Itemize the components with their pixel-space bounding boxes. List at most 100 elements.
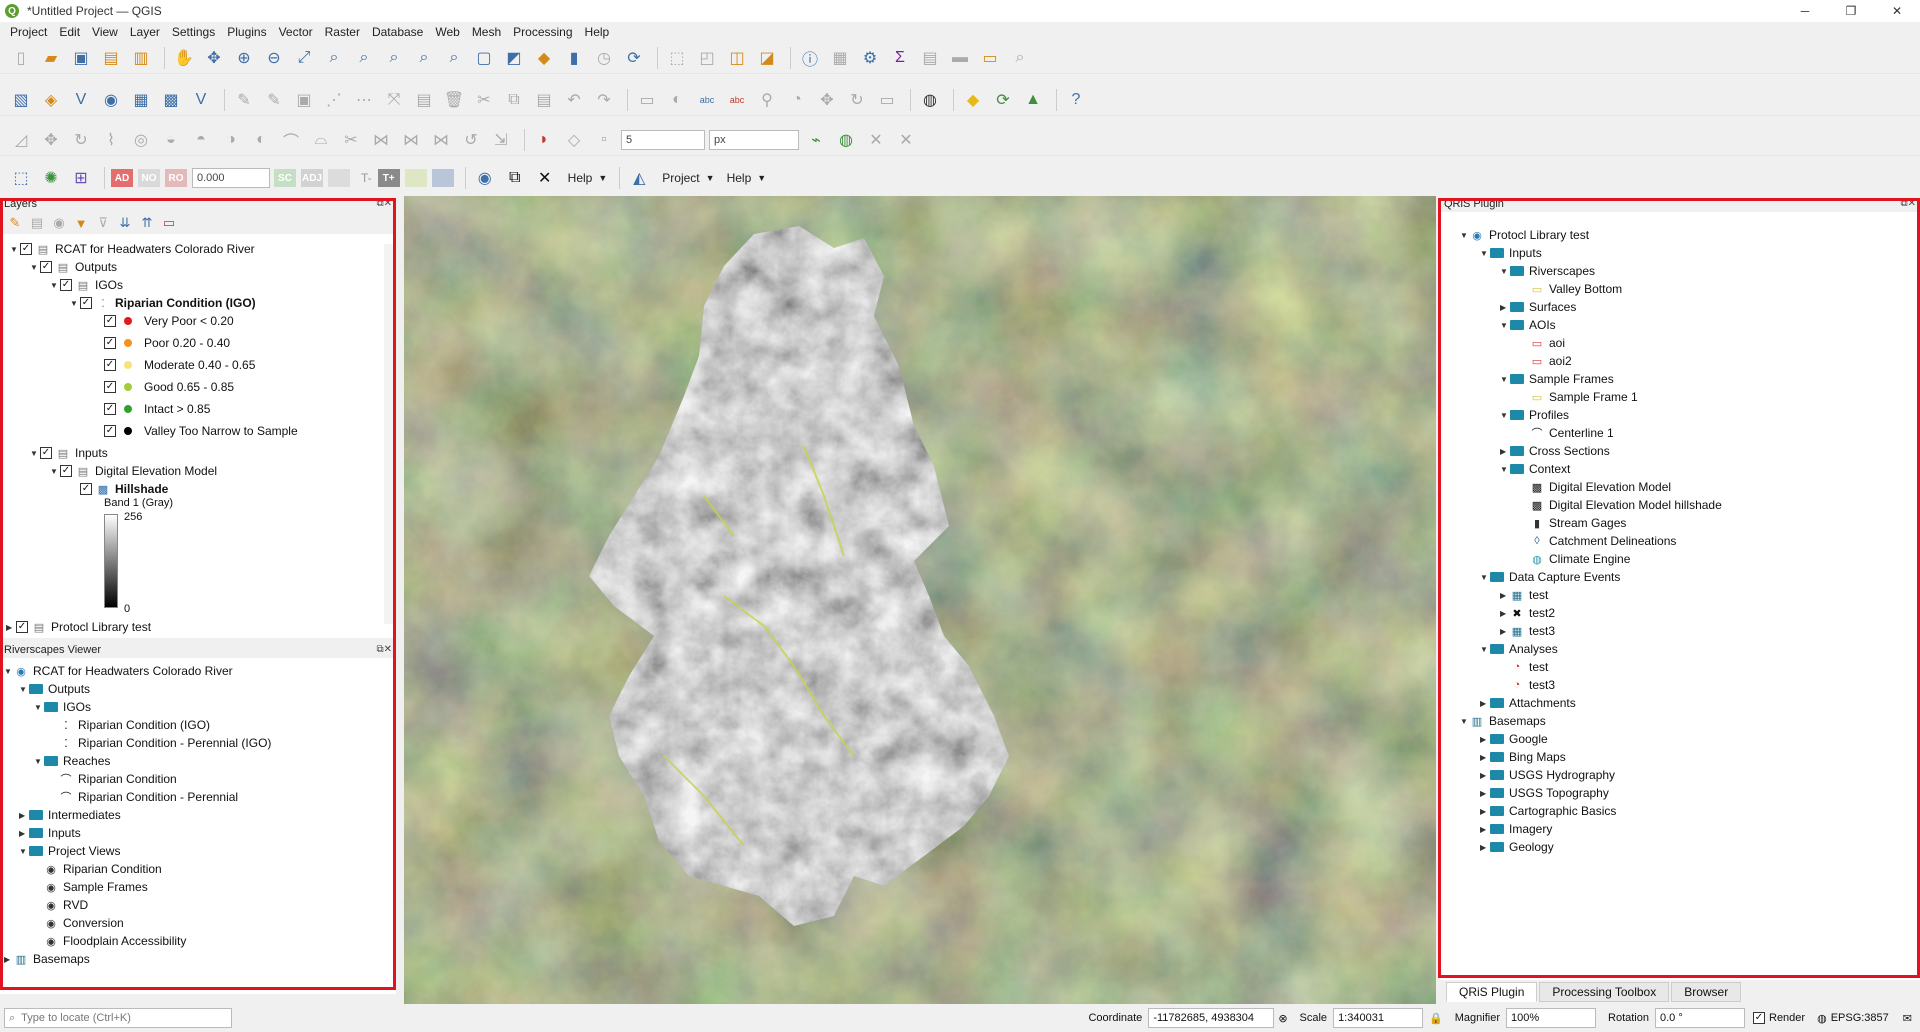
layer-row-valley-too-narrow-to-sample[interactable]: ✓ Valley Too Narrow to Sample — [104, 422, 298, 440]
change-label-icon[interactable]: ▭ — [874, 87, 900, 113]
viewer-float-close-icon[interactable]: ⧉✕ — [376, 644, 392, 655]
collapse-arrow-icon[interactable]: ▼ — [1500, 375, 1510, 384]
tree-item-cartographic-basics[interactable]: ▶ Cartographic Basics — [1480, 802, 1616, 820]
collapse-arrow-icon[interactable]: ▼ — [1460, 231, 1470, 240]
tree-item-attachments[interactable]: ▶ Attachments — [1480, 694, 1576, 712]
filter-icon[interactable]: ▼ — [72, 210, 90, 236]
tree-item-basemaps[interactable]: ▼ ▥ Basemaps — [1460, 712, 1546, 730]
add-part-icon[interactable]: ◒ — [158, 127, 184, 153]
layer-checkbox[interactable]: ✓ — [80, 483, 92, 495]
value-input[interactable]: 0.000 — [192, 168, 270, 188]
expand-arrow-icon[interactable]: ▶ — [1480, 699, 1490, 708]
layer-row-good-0-65-0-85[interactable]: ✓ Good 0.65 - 0.85 — [104, 378, 234, 396]
new-temp-layer-icon[interactable]: ▦ — [128, 87, 154, 113]
menu-mesh[interactable]: Mesh — [466, 25, 507, 39]
tab-qris-plugin[interactable]: QRiS Plugin — [1446, 982, 1538, 1002]
tree-item-climate-engine[interactable]: ◍ Climate Engine — [1520, 550, 1630, 568]
tree-item-test3[interactable]: ▶ ▦ test3 — [1500, 622, 1555, 640]
collapse-arrow-icon[interactable]: ▼ — [4, 667, 14, 676]
panel-float-close-icon[interactable]: ⧉✕ — [376, 198, 392, 209]
menu-processing[interactable]: Processing — [507, 25, 578, 39]
pin-labels-icon[interactable]: ⚲ — [754, 87, 780, 113]
expand-arrow-icon[interactable]: ▶ — [1480, 789, 1490, 798]
rotate-feature-icon[interactable]: ↻ — [68, 127, 94, 153]
expand-arrow-icon[interactable]: ▶ — [1500, 303, 1510, 312]
tree-item-conversion[interactable]: ◉ Conversion — [34, 914, 124, 932]
layer-checkbox[interactable]: ✓ — [40, 261, 52, 273]
tree-item-reaches[interactable]: ▼ Reaches — [34, 752, 110, 770]
layout-manager-icon[interactable]: ▥ — [128, 45, 154, 71]
legend-checkbox[interactable]: ✓ — [104, 381, 116, 393]
python-console-icon[interactable]: ◆ — [960, 87, 986, 113]
t-plus-button[interactable]: T+ — [377, 169, 400, 187]
field-calculator-icon[interactable]: ▤ — [917, 45, 943, 71]
delete-selected-icon[interactable]: 🗑 — [441, 87, 467, 113]
new-shapefile-icon[interactable]: V — [68, 87, 94, 113]
vertex-tool-icon[interactable]: ⤧ — [381, 87, 407, 113]
filter-legend-icon[interactable]: ⊽ — [94, 210, 112, 236]
riverscapes-globe-icon[interactable]: ◉ — [472, 165, 498, 191]
tree-item-data-capture-events[interactable]: ▼ Data Capture Events — [1480, 568, 1620, 586]
rotation-field[interactable]: 0.0 ° — [1655, 1008, 1745, 1028]
legend-checkbox[interactable]: ✓ — [104, 315, 116, 327]
help-menu-1[interactable]: Help ▼ — [568, 171, 608, 185]
tree-item-sample-frames[interactable]: ◉ Sample Frames — [34, 878, 148, 896]
move-label-icon[interactable]: ✥ — [814, 87, 840, 113]
label-abc-icon[interactable]: abc — [694, 87, 720, 113]
layer-row-rcat-for-headwaters-colorado-river[interactable]: ▼ ✓ ▤ RCAT for Headwaters Colorado River — [10, 240, 255, 258]
show-hide-labels-icon[interactable]: ◔ — [784, 87, 810, 113]
zoom-full-icon[interactable]: ⤢ — [291, 45, 317, 71]
zoom-native-icon[interactable]: ⌕ — [381, 45, 407, 71]
qris-float-close-icon[interactable]: ⧉✕ — [1900, 198, 1916, 209]
delete-part-icon[interactable]: ◐ — [248, 127, 274, 153]
layer-row-protocol[interactable]: ▶ ✓ ▤ Protocl Library test — [6, 618, 151, 636]
tree-item-usgs-hydrography[interactable]: ▶ USGS Hydrography — [1480, 766, 1615, 784]
tree-item-imagery[interactable]: ▶ Imagery — [1480, 820, 1552, 838]
coordinate-field[interactable]: -11782685, 4938304 — [1148, 1008, 1275, 1028]
expand-arrow-icon[interactable]: ▶ — [1500, 627, 1510, 636]
zoom-selection-icon[interactable]: ⌕ — [321, 45, 347, 71]
tree-item-inputs[interactable]: ▼ Inputs — [1480, 244, 1542, 262]
snap-units-select[interactable]: px — [709, 129, 799, 150]
select-by-value-icon[interactable]: ◰ — [694, 45, 720, 71]
tree-item-profiles[interactable]: ▼ Profiles — [1500, 406, 1569, 424]
expand-arrow-icon[interactable]: ▼ — [30, 263, 40, 272]
sc-button[interactable]: SC — [274, 169, 296, 187]
lock-scale-icon[interactable]: 🔒 — [1429, 1012, 1443, 1025]
offset-symbols-icon[interactable]: ⇲ — [488, 127, 514, 153]
digitize-icon[interactable]: ⋰ — [321, 87, 347, 113]
tree-item-rvd[interactable]: ◉ RVD — [34, 896, 88, 914]
map-tips-icon[interactable]: ▭ — [977, 45, 1003, 71]
tree-item-analyses[interactable]: ▼ Analyses — [1480, 640, 1558, 658]
expand-all-icon[interactable]: ⇊ — [116, 210, 134, 236]
merge-attributes-icon[interactable]: ⋈ — [428, 127, 454, 153]
offset-curve-icon[interactable]: ⌓ — [308, 127, 334, 153]
menu-project[interactable]: Project — [4, 25, 53, 39]
shape-digitize-icon[interactable]: ◿ — [8, 127, 34, 153]
expand-arrow-icon[interactable]: ▶ — [19, 829, 29, 838]
grid-icon[interactable]: ⊞ — [68, 165, 94, 191]
new-print-layout-icon[interactable]: ▤ — [98, 45, 124, 71]
pan-to-selection-icon[interactable]: ✥ — [201, 45, 227, 71]
ro-button[interactable]: RO — [165, 169, 187, 187]
tree-item-basemaps[interactable]: ▶ ▥ Basemaps — [4, 950, 90, 968]
zoom-layer-icon[interactable]: ⌕ — [351, 45, 377, 71]
tab-browser[interactable]: Browser — [1671, 982, 1742, 1002]
add-feature-icon[interactable]: ⋯ — [351, 87, 377, 113]
tree-item-sample-frame-1[interactable]: ▭ Sample Frame 1 — [1520, 388, 1638, 406]
map-canvas[interactable] — [404, 196, 1436, 1004]
new-virtual-layer-icon[interactable]: ▩ — [158, 87, 184, 113]
expand-arrow-icon[interactable]: ▶ — [1480, 807, 1490, 816]
no-button[interactable]: NO — [138, 169, 160, 187]
tree-item-rcat-for-headwaters-colorado-river[interactable]: ▼ ◉ RCAT for Headwaters Colorado River — [4, 662, 233, 680]
tree-item-riparian-condition[interactable]: ⌒ Riparian Condition — [49, 770, 177, 788]
expand-arrow-icon[interactable]: ▶ — [1500, 591, 1510, 600]
tree-item-centerline-1[interactable]: ⌒ Centerline 1 — [1520, 424, 1614, 442]
topology-edit-icon[interactable]: ◍ — [833, 127, 859, 153]
rotate-symbols-icon[interactable]: ↺ — [458, 127, 484, 153]
project-menu[interactable]: Project ▼ — [662, 171, 714, 185]
crs-button[interactable]: EPSG:3857 — [1831, 1012, 1889, 1024]
undo-plugin-button[interactable] — [431, 169, 454, 187]
attribute-table-icon[interactable]: ▦ — [827, 45, 853, 71]
style-icon[interactable]: ✎ — [6, 210, 24, 236]
